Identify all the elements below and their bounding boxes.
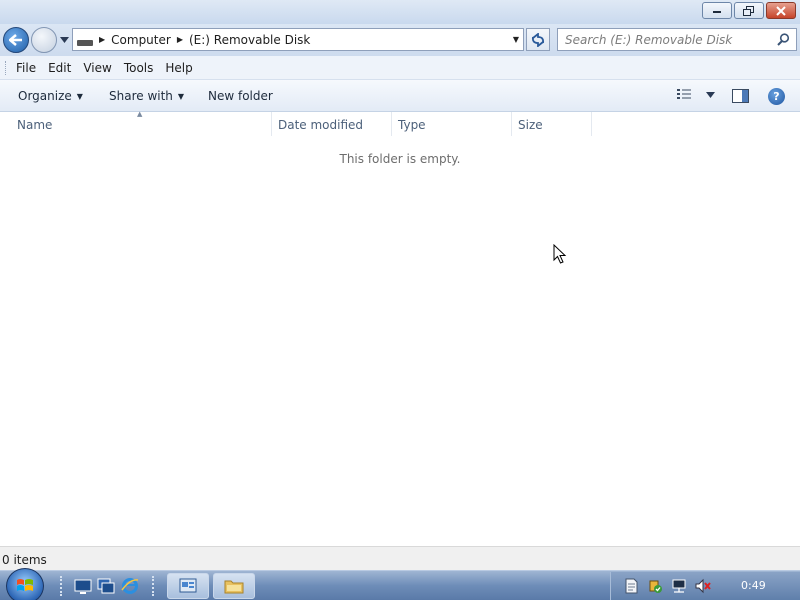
taskbar-app-windows-explorer[interactable] [213, 573, 255, 599]
change-view-button[interactable] [676, 88, 715, 102]
mouse-cursor-icon [553, 244, 567, 264]
taskbar-app-control-panel[interactable] [167, 573, 209, 599]
menu-edit[interactable]: Edit [48, 61, 71, 75]
column-headers: ▲ Name Date modified Type Size [0, 110, 800, 136]
recent-pages-button[interactable] [58, 34, 70, 46]
taskbar: 0:49 [0, 568, 800, 600]
help-icon: ? [773, 90, 780, 103]
breadcrumb-removable-disk[interactable]: (E:) Removable Disk [189, 33, 310, 47]
minimize-button[interactable] [702, 2, 732, 19]
navigation-bar: ▶ Computer ▶ (E:) Removable Disk ▼ [0, 24, 800, 56]
folder-icon [224, 580, 244, 594]
chevron-down-icon: ▼ [76, 92, 83, 101]
menu-view[interactable]: View [83, 61, 111, 75]
items-count: 0 items [2, 553, 47, 567]
search-box[interactable] [557, 28, 797, 51]
restore-icon [743, 5, 754, 16]
menu-tools[interactable]: Tools [124, 61, 154, 75]
action-center-icon[interactable] [647, 578, 663, 594]
window-controls [702, 2, 796, 19]
show-desktop-icon[interactable] [74, 577, 92, 595]
share-with-button[interactable]: Share with ▼ [109, 89, 184, 103]
removable-drive-icon [77, 39, 93, 46]
menu-file[interactable]: File [16, 61, 36, 75]
column-date-modified[interactable]: Date modified [272, 112, 392, 136]
close-icon [776, 5, 786, 16]
taskbar-clock[interactable]: 0:49 [741, 579, 766, 592]
share-with-label: Share with [109, 89, 173, 103]
close-button[interactable] [766, 2, 796, 19]
chevron-down-icon: ▼ [177, 92, 185, 101]
title-bar[interactable] [0, 0, 800, 24]
view-details-icon [677, 89, 691, 99]
organize-button[interactable]: Organize ▼ [18, 89, 83, 103]
internet-explorer-icon[interactable] [121, 577, 139, 595]
menu-grip [5, 60, 8, 75]
network-icon[interactable] [671, 578, 687, 594]
back-button[interactable] [3, 27, 29, 53]
breadcrumb-separator-icon[interactable]: ▶ [177, 35, 183, 44]
forward-button[interactable] [31, 27, 57, 53]
preview-pane-button[interactable] [732, 89, 749, 106]
column-type[interactable]: Type [392, 112, 512, 136]
minimize-icon [713, 10, 721, 13]
address-bar[interactable]: ▶ Computer ▶ (E:) Removable Disk ▼ [72, 28, 524, 51]
new-folder-button[interactable]: New folder [208, 89, 273, 103]
search-icon[interactable] [777, 33, 790, 46]
taskbar-grip[interactable] [152, 576, 157, 596]
restore-button[interactable] [734, 2, 764, 19]
volume-muted-icon[interactable] [695, 578, 711, 594]
back-arrow-icon [9, 34, 22, 46]
start-button[interactable] [6, 568, 44, 600]
address-dropdown-icon[interactable]: ▼ [513, 35, 519, 44]
preview-pane-icon [732, 89, 749, 103]
windows-logo-icon [17, 579, 33, 591]
chevron-down-icon [59, 37, 69, 43]
column-name[interactable]: Name [11, 112, 272, 136]
status-bar: 0 items [0, 546, 800, 570]
command-bar: Organize ▼ Share with ▼ New folder ? [0, 80, 800, 112]
document-icon[interactable] [623, 578, 639, 594]
menu-bar: File Edit View Tools Help [0, 56, 800, 80]
control-panel-icon [179, 578, 197, 593]
help-button[interactable]: ? [768, 88, 785, 105]
breadcrumb-separator-icon[interactable]: ▶ [99, 35, 105, 44]
refresh-button[interactable] [526, 28, 550, 51]
chevron-down-icon[interactable] [706, 92, 715, 98]
notification-area: 0:49 [610, 572, 800, 600]
refresh-icon [531, 32, 545, 47]
search-input[interactable] [558, 32, 768, 47]
empty-folder-message: This folder is empty. [339, 152, 461, 166]
taskbar-grip[interactable] [60, 576, 65, 596]
switch-windows-icon[interactable] [97, 577, 115, 595]
breadcrumb-computer[interactable]: Computer [111, 33, 171, 47]
new-folder-label: New folder [208, 89, 273, 103]
column-size[interactable]: Size [512, 112, 592, 136]
menu-help[interactable]: Help [165, 61, 192, 75]
organize-label: Organize [18, 89, 72, 103]
